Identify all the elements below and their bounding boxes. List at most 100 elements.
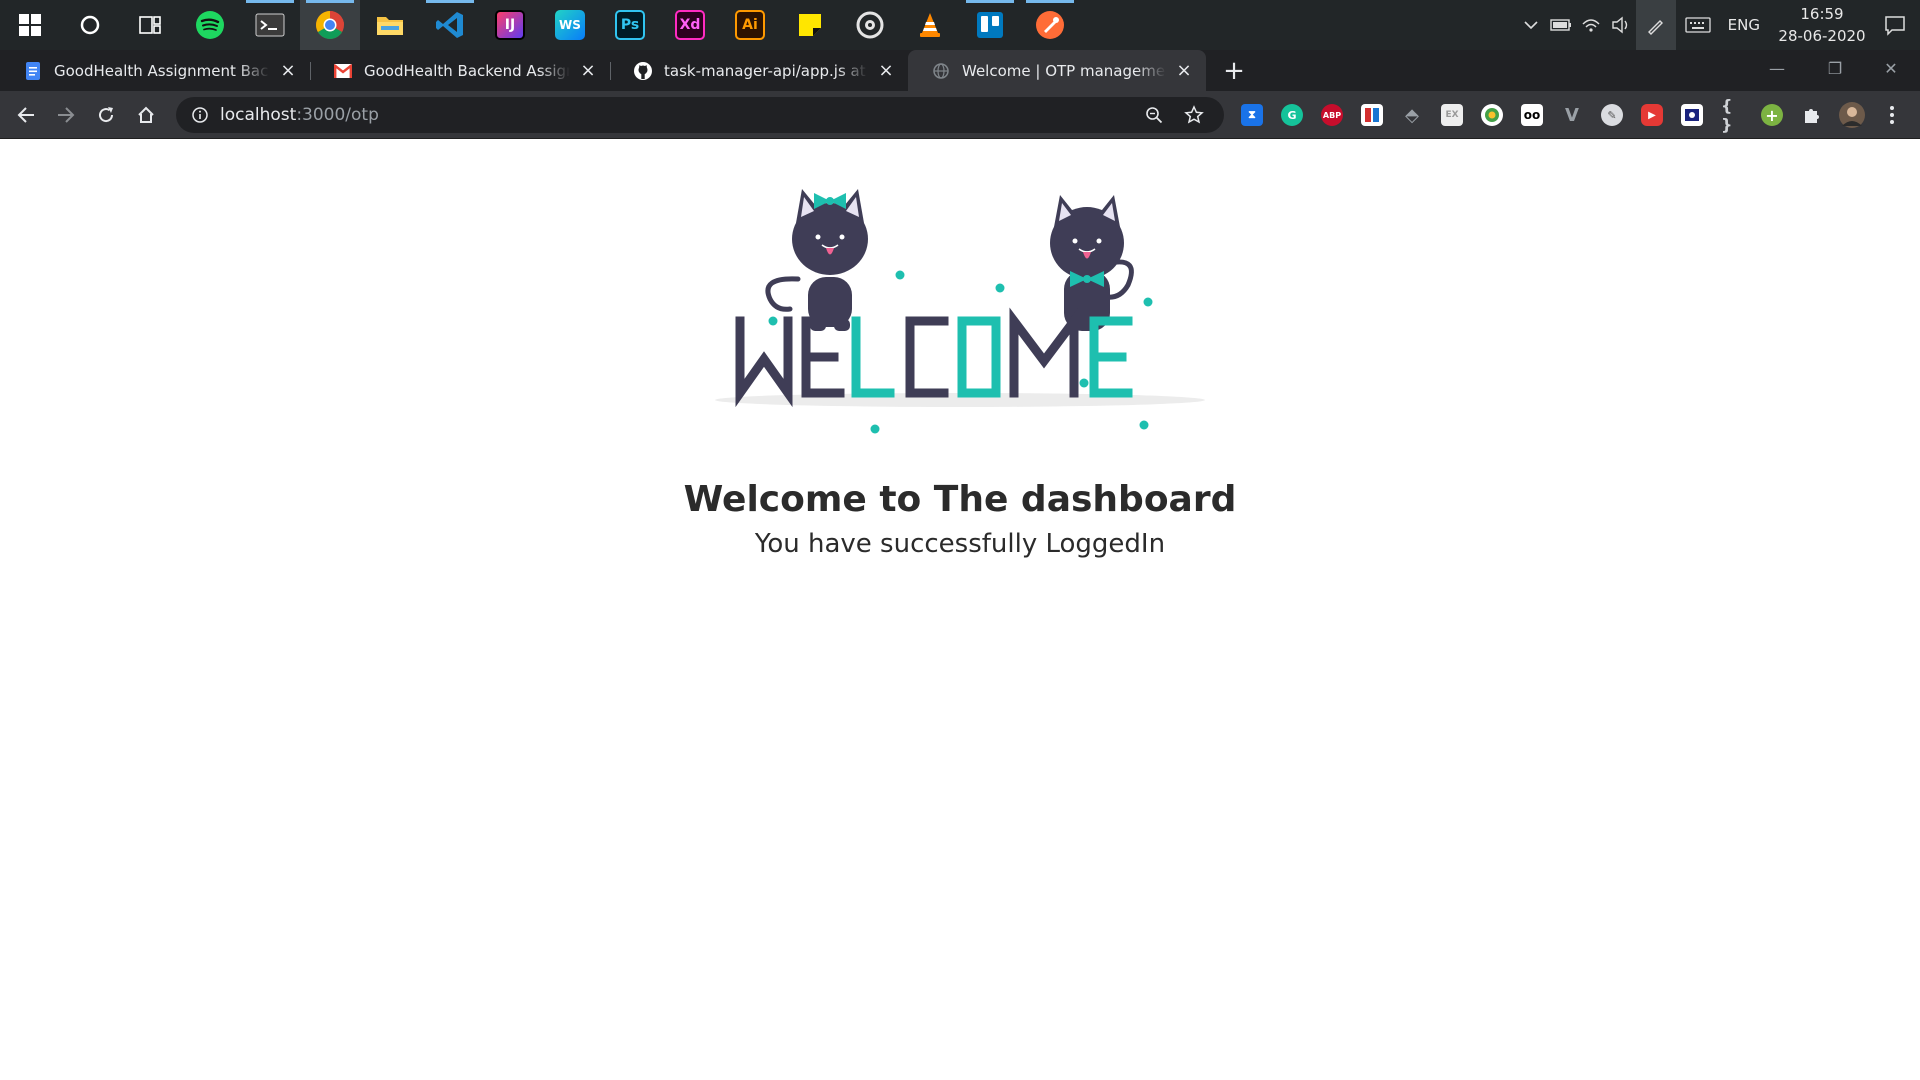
running-indicator bbox=[306, 0, 354, 3]
battery-icon[interactable] bbox=[1546, 0, 1576, 50]
trello-icon bbox=[977, 12, 1003, 38]
welcome-heading: Welcome to The dashboard bbox=[683, 479, 1237, 520]
tab-strip: GoodHealth Assignment Backend × GoodHeal… bbox=[0, 50, 1920, 91]
clock-date: 28-06-2020 bbox=[1778, 27, 1866, 45]
taskbar-chrome[interactable] bbox=[300, 0, 360, 50]
tab-welcome-otp[interactable]: Welcome | OTP management System × bbox=[908, 50, 1206, 91]
tab-close-icon[interactable]: × bbox=[1174, 60, 1194, 81]
loading-globe-icon bbox=[932, 62, 950, 80]
vlc-cone-icon bbox=[920, 13, 940, 37]
tab-title: task-manager-api/app.js at master bbox=[664, 61, 868, 80]
pen-workspace-icon[interactable] bbox=[1635, 0, 1676, 50]
restore-icon: ❐ bbox=[1827, 58, 1843, 78]
start-button[interactable] bbox=[0, 0, 60, 50]
spotify-icon bbox=[196, 11, 224, 39]
action-center-button[interactable] bbox=[1870, 0, 1920, 50]
home-button[interactable] bbox=[128, 97, 164, 133]
input-language[interactable]: ENG bbox=[1720, 16, 1774, 34]
adblock-plus-extension-icon[interactable]: ABP bbox=[1318, 101, 1346, 129]
login-success-message: You have successfully LoggedIn bbox=[754, 529, 1166, 559]
bookmark-star-icon[interactable] bbox=[1174, 105, 1214, 125]
tab-close-icon[interactable]: × bbox=[876, 60, 896, 81]
taskbar-webstorm[interactable]: WS bbox=[540, 0, 600, 50]
taskbar-spotify[interactable] bbox=[180, 0, 240, 50]
taskbar-terminal[interactable] bbox=[240, 0, 300, 50]
url-path: :3000/otp bbox=[296, 105, 379, 125]
tab-close-icon[interactable]: × bbox=[578, 60, 598, 81]
stylus-extension-icon[interactable]: ⬘ bbox=[1398, 101, 1426, 129]
clock[interactable]: 16:59 28-06-2020 bbox=[1774, 3, 1870, 47]
url-text[interactable]: localhost:3000/otp bbox=[220, 105, 379, 125]
json-formatter-extension-icon[interactable]: { } bbox=[1718, 96, 1746, 134]
back-button[interactable] bbox=[8, 97, 44, 133]
disc-icon bbox=[856, 11, 884, 39]
windows-taskbar: IJ WS Ps Xd Ai ENG 16:59 28-06-2020 bbox=[0, 0, 1920, 50]
new-tab-button[interactable]: + bbox=[1216, 50, 1252, 91]
system-tray: ENG 16:59 28-06-2020 bbox=[1516, 0, 1920, 50]
profile-avatar[interactable] bbox=[1838, 101, 1866, 129]
taskbar-media-player[interactable] bbox=[840, 0, 900, 50]
vscode-icon bbox=[436, 12, 463, 38]
forward-button[interactable] bbox=[48, 97, 84, 133]
taskbar-intellij[interactable]: IJ bbox=[480, 0, 540, 50]
running-indicator bbox=[966, 0, 1014, 3]
page-viewport: Welcome to The dashboard You have succes… bbox=[0, 139, 1920, 1080]
plus-extension-icon[interactable]: + bbox=[1758, 101, 1786, 129]
cortana-ring-icon bbox=[80, 15, 100, 35]
taskbar-file-explorer[interactable] bbox=[360, 0, 420, 50]
close-icon: ✕ bbox=[1884, 58, 1898, 78]
page-ruler-extension-icon[interactable]: ✎ bbox=[1598, 101, 1626, 129]
speedtest-extension-icon[interactable] bbox=[1478, 101, 1506, 129]
terminal-icon bbox=[255, 13, 285, 37]
exif-extension-icon[interactable]: EX bbox=[1438, 101, 1466, 129]
taskbar-sticky-notes[interactable] bbox=[780, 0, 840, 50]
welcome-illustration bbox=[715, 189, 1205, 434]
cortana-button[interactable] bbox=[60, 0, 120, 50]
incognito-extension-icon[interactable]: oo bbox=[1518, 101, 1546, 129]
github-icon bbox=[634, 61, 652, 80]
taskbar-vlc[interactable] bbox=[900, 0, 960, 50]
taskbar-illustrator[interactable]: Ai bbox=[720, 0, 780, 50]
vue-devtools-extension-icon[interactable]: V bbox=[1558, 101, 1586, 129]
tab-goodhealth-doc[interactable]: GoodHealth Assignment Backend × bbox=[0, 50, 310, 91]
youtube-extension-icon[interactable]: ▶ bbox=[1638, 101, 1666, 129]
intellij-icon: IJ bbox=[495, 10, 525, 40]
reload-icon bbox=[99, 107, 114, 123]
taskbar-trello[interactable] bbox=[960, 0, 1020, 50]
screen-capture-extension-icon[interactable] bbox=[1678, 101, 1706, 129]
arrow-left-icon bbox=[17, 107, 34, 123]
restore-button[interactable]: ❐ bbox=[1806, 50, 1864, 86]
reload-button[interactable] bbox=[88, 97, 124, 133]
site-info-icon[interactable] bbox=[180, 107, 220, 123]
google-docs-icon bbox=[24, 61, 42, 80]
more-vert-icon bbox=[1890, 106, 1894, 124]
running-indicator bbox=[426, 0, 474, 3]
browser-toolbar: localhost:3000/otp ⧗ G ABP ⬘ EX oo V ✎ ▶… bbox=[0, 91, 1920, 139]
chrome-menu-button[interactable] bbox=[1878, 101, 1906, 129]
tab-close-icon[interactable]: × bbox=[278, 60, 298, 81]
task-view-button[interactable] bbox=[120, 0, 180, 50]
tab-github[interactable]: task-manager-api/app.js at master × bbox=[610, 50, 908, 91]
color-extension-icon[interactable] bbox=[1358, 101, 1386, 129]
taskbar-vscode[interactable] bbox=[420, 0, 480, 50]
tab-title: Welcome | OTP management System bbox=[962, 61, 1166, 80]
address-bar[interactable]: localhost:3000/otp bbox=[176, 97, 1224, 133]
tray-chevron-up-icon[interactable] bbox=[1516, 0, 1546, 50]
close-window-button[interactable]: ✕ bbox=[1862, 50, 1920, 86]
wifi-icon[interactable] bbox=[1576, 0, 1606, 50]
grammarly-extension-icon[interactable]: G bbox=[1278, 101, 1306, 129]
taskbar-photoshop[interactable]: Ps bbox=[600, 0, 660, 50]
timer-extension-icon[interactable]: ⧗ bbox=[1238, 101, 1266, 129]
extensions-puzzle-icon[interactable] bbox=[1798, 101, 1826, 129]
postman-icon bbox=[1036, 11, 1064, 39]
tab-title: GoodHealth Backend Assignment bbox=[364, 61, 570, 80]
illustrator-icon: Ai bbox=[735, 10, 765, 40]
minimize-button[interactable]: — bbox=[1748, 50, 1806, 86]
running-indicator bbox=[1026, 0, 1074, 3]
volume-icon[interactable] bbox=[1606, 0, 1636, 50]
tab-gmail[interactable]: GoodHealth Backend Assignment × bbox=[310, 50, 610, 91]
zoom-icon[interactable] bbox=[1134, 106, 1174, 124]
taskbar-adobe-xd[interactable]: Xd bbox=[660, 0, 720, 50]
taskbar-postman[interactable] bbox=[1020, 0, 1080, 50]
touch-keyboard-icon[interactable] bbox=[1676, 0, 1720, 50]
